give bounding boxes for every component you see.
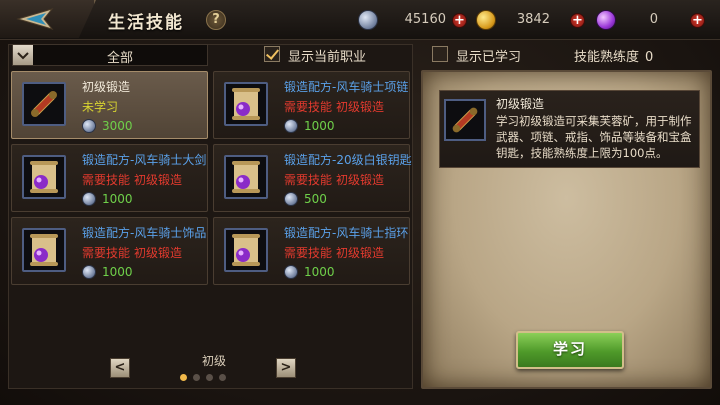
skill-name: 锻造配方-风车骑士项链 — [284, 80, 409, 94]
prev-page-button[interactable]: < — [110, 358, 130, 378]
skill-cost: 3000 — [102, 119, 133, 133]
add-gem-button[interactable]: + — [690, 13, 705, 28]
chevron-down-icon — [13, 45, 33, 65]
page-dot — [180, 374, 187, 381]
skill-name: 锻造配方-风车骑士饰品 — [82, 226, 207, 240]
gold-amount: 3842 — [516, 12, 550, 27]
currency-silver: 45160 + — [358, 10, 468, 30]
forging-scroll-icon — [22, 82, 66, 126]
page-dots — [180, 374, 240, 382]
skill-detail-panel: 初级锻造 学习初级锻造可采集芙蓉矿，用于制作武器、项链、戒指、饰品等装备和宝盒钥… — [421, 70, 712, 389]
purple-gem-icon — [596, 10, 616, 30]
gold-coin-icon — [476, 10, 496, 30]
show-current-job-label: 显示当前职业 — [288, 50, 367, 65]
skill-cost: 1000 — [102, 265, 133, 279]
requirement-label: 需要技能 — [284, 173, 333, 187]
category-dropdown[interactable]: 全部 — [12, 44, 208, 66]
help-icon[interactable]: ? — [206, 10, 226, 30]
silver-coin-icon — [284, 119, 298, 133]
page-dot — [219, 374, 226, 381]
show-learned-checkbox[interactable] — [432, 46, 448, 62]
skill-requirement: 需要技能 初级锻造 — [284, 98, 384, 115]
skill-cost: 500 — [304, 192, 327, 206]
back-button[interactable] — [0, 0, 96, 38]
skill-detail-box: 初级锻造 学习初级锻造可采集芙蓉矿，用于制作武器、项链、戒指、饰品等装备和宝盒钥… — [439, 90, 700, 168]
skill-name: 锻造配方-风车骑士大剑 — [82, 153, 207, 167]
forging-scroll-icon — [444, 99, 486, 141]
add-gold-button[interactable]: + — [570, 13, 585, 28]
requirement-skill: 初级锻造 — [134, 173, 183, 187]
skill-card-silver-key-recipe[interactable]: 锻造配方-20级白银钥匙 需要技能 初级锻造 500 — [213, 144, 412, 212]
proficiency-value: 0 — [645, 50, 654, 65]
top-bar: 生活技能 ? 45160 + 3842 + 0 + — [0, 0, 720, 40]
page-dot — [206, 374, 213, 381]
back-arrow-icon — [16, 8, 54, 30]
detail-skill-name: 初级锻造 — [496, 97, 545, 111]
show-current-job-toggle[interactable]: 显示当前职业 — [264, 46, 404, 65]
skill-name: 锻造配方-20级白银钥匙 — [284, 153, 412, 167]
show-learned-label: 显示已学习 — [456, 50, 522, 65]
skill-name: 锻造配方-风车骑士指环 — [284, 226, 409, 240]
show-learned-toggle[interactable]: 显示已学习 — [432, 46, 552, 65]
recipe-scroll-icon — [22, 228, 66, 272]
detail-skill-description: 学习初级锻造可采集芙蓉矿，用于制作武器、项链、戒指、饰品等装备和宝盒钥匙，技能熟… — [496, 114, 692, 160]
skill-cost: 1000 — [304, 265, 335, 279]
page-title: 生活技能 — [108, 13, 184, 33]
skill-requirement: 需要技能 初级锻造 — [82, 244, 182, 261]
skill-cost: 1000 — [102, 192, 133, 206]
recipe-scroll-icon — [224, 228, 268, 272]
requirement-label: 需要技能 — [82, 173, 131, 187]
skill-requirement: 需要技能 初级锻造 — [82, 171, 182, 188]
dropdown-value: 全部 — [106, 51, 133, 66]
requirement-label: 需要技能 — [82, 246, 131, 260]
gem-amount: 0 — [649, 12, 658, 27]
recipe-scroll-icon — [22, 155, 66, 199]
skill-status: 未学习 — [82, 100, 119, 114]
skill-cost: 1000 — [304, 119, 335, 133]
silver-coin-icon — [82, 119, 96, 133]
skill-card-ring-recipe[interactable]: 锻造配方-风车骑士指环 需要技能 初级锻造 1000 — [213, 217, 410, 285]
requirement-skill: 初级锻造 — [336, 173, 385, 187]
requirement-skill: 初级锻造 — [336, 246, 385, 260]
add-silver-button[interactable]: + — [452, 13, 467, 28]
silver-coin-icon — [284, 192, 298, 206]
filter-bar: 全部 显示当前职业 — [12, 44, 412, 68]
page-navigator: < 初级 > — [14, 348, 410, 386]
silver-coin-icon — [284, 265, 298, 279]
skill-card-basic-forging[interactable]: 初级锻造 未学习 3000 — [11, 71, 208, 139]
requirement-skill: 初级锻造 — [336, 100, 385, 114]
skill-proficiency: 技能熟练度 0 — [574, 46, 653, 65]
next-page-button[interactable]: > — [276, 358, 296, 378]
skill-requirement: 需要技能 初级锻造 — [284, 171, 384, 188]
skill-requirement: 需要技能 初级锻造 — [284, 244, 384, 261]
requirement-label: 需要技能 — [284, 100, 333, 114]
skill-screen: 生活技能 ? 45160 + 3842 + 0 + 全部 显示当前职业 显示已学… — [0, 0, 720, 405]
show-current-job-checkbox[interactable] — [264, 46, 280, 62]
page-dot — [193, 374, 200, 381]
requirement-skill: 初级锻造 — [134, 246, 183, 260]
silver-coin-icon — [82, 265, 96, 279]
proficiency-label: 技能熟练度 — [574, 50, 640, 65]
recipe-scroll-icon — [224, 82, 268, 126]
page-tier-label: 初级 — [201, 354, 226, 368]
skill-card-greatsword-recipe[interactable]: 锻造配方-风车骑士大剑 需要技能 初级锻造 1000 — [11, 144, 208, 212]
silver-amount: 45160 — [404, 12, 446, 27]
currency-gem: 0 + — [596, 10, 708, 30]
silver-coin-icon — [82, 192, 96, 206]
silver-coin-icon — [358, 10, 378, 30]
skill-card-accessory-recipe[interactable]: 锻造配方-风车骑士饰品 需要技能 初级锻造 1000 — [11, 217, 208, 285]
learn-button[interactable]: 学习 — [516, 331, 624, 369]
skill-card-necklace-recipe[interactable]: 锻造配方-风车骑士项链 需要技能 初级锻造 1000 — [213, 71, 410, 139]
recipe-scroll-icon — [224, 155, 268, 199]
requirement-label: 需要技能 — [284, 246, 333, 260]
currency-gold: 3842 + — [476, 10, 586, 30]
skill-name: 初级锻造 — [82, 80, 131, 94]
